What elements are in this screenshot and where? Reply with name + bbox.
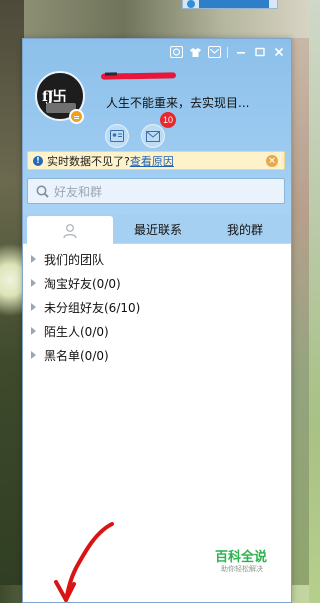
tab-groups[interactable]: 我的群 bbox=[203, 214, 287, 244]
contact-group[interactable]: 陌生人(0/0) bbox=[23, 319, 291, 343]
taskbar-app-icon bbox=[187, 0, 195, 8]
mail-button[interactable] bbox=[141, 124, 165, 148]
contacts-icon bbox=[63, 223, 77, 238]
notice-message: 实时数据不见了? bbox=[47, 154, 130, 168]
notice-close-icon[interactable]: × bbox=[266, 155, 278, 167]
search-icon bbox=[36, 185, 49, 198]
desktop-background-right bbox=[291, 38, 309, 603]
search-input[interactable]: 好友和群 bbox=[27, 178, 285, 204]
qq-main-window: fJ卐 人生不能重来，去实现目... 10 ! 实时数据不见了? 查看原因 × … bbox=[22, 38, 292, 603]
group-label: 我们的团队 bbox=[44, 252, 105, 267]
maximize-icon[interactable] bbox=[253, 46, 266, 58]
message-box-icon[interactable] bbox=[208, 46, 221, 58]
contact-group[interactable]: 未分组好友(6/10) bbox=[23, 295, 291, 319]
contact-group[interactable]: 淘宝好友(0/0) bbox=[23, 271, 291, 295]
info-icon: ! bbox=[33, 155, 43, 166]
search-placeholder: 好友和群 bbox=[54, 184, 103, 199]
desktop-background-left bbox=[0, 0, 24, 603]
main-tabs: 最近联系 我的群 bbox=[23, 214, 291, 245]
group-label: 陌生人(0/0) bbox=[44, 324, 109, 339]
taskbar-app-label bbox=[199, 0, 269, 8]
group-label: 未分组好友(6/10) bbox=[44, 300, 141, 315]
group-label: 黑名单(0/0) bbox=[44, 348, 109, 363]
minimize-icon[interactable] bbox=[234, 46, 247, 58]
signature-text[interactable]: 人生不能重来，去实现目... bbox=[106, 94, 249, 111]
taskbar-fragment[interactable] bbox=[182, 0, 278, 9]
nickname-redacted[interactable] bbox=[100, 72, 177, 80]
group-label: 淘宝好友(0/0) bbox=[44, 276, 121, 291]
status-away-icon[interactable] bbox=[69, 109, 84, 124]
notice-bar: ! 实时数据不见了? 查看原因 × bbox=[27, 151, 285, 170]
site-watermark: 百科全说 助你轻松解决 bbox=[207, 542, 279, 578]
expand-arrow-icon bbox=[31, 303, 36, 311]
expand-arrow-icon bbox=[31, 327, 36, 335]
contact-groups: 我们的团队 淘宝好友(0/0) 未分组好友(6/10) 陌生人(0/0) 黑名单… bbox=[23, 247, 291, 367]
title-separator bbox=[227, 46, 228, 58]
expand-arrow-icon bbox=[31, 351, 36, 359]
expand-arrow-icon bbox=[31, 255, 36, 263]
close-icon[interactable] bbox=[272, 46, 285, 58]
notice-link[interactable]: 查看原因 bbox=[130, 153, 174, 169]
tab-contacts[interactable] bbox=[27, 216, 113, 245]
red-arrow-annotation bbox=[54, 522, 114, 602]
tab-recent[interactable]: 最近联系 bbox=[117, 214, 199, 244]
expand-arrow-icon bbox=[31, 279, 36, 287]
contact-group[interactable]: 我们的团队 bbox=[23, 247, 291, 271]
skin-shirt-icon[interactable] bbox=[189, 46, 202, 58]
title-controls bbox=[170, 45, 285, 59]
mail-count-badge: 10 bbox=[160, 112, 176, 128]
watermark-subtitle: 助你轻松解决 bbox=[221, 565, 263, 573]
contact-card-icon bbox=[110, 130, 124, 142]
contact-group[interactable]: 黑名单(0/0) bbox=[23, 343, 291, 367]
mail-icon bbox=[146, 130, 160, 142]
profile-header: fJ卐 人生不能重来，去实现目... 10 ! 实时数据不见了? 查看原因 × … bbox=[23, 39, 291, 214]
qq-space-icon[interactable] bbox=[170, 46, 183, 58]
contact-card-button[interactable] bbox=[105, 124, 129, 148]
watermark-title: 百科全说 bbox=[215, 550, 268, 565]
